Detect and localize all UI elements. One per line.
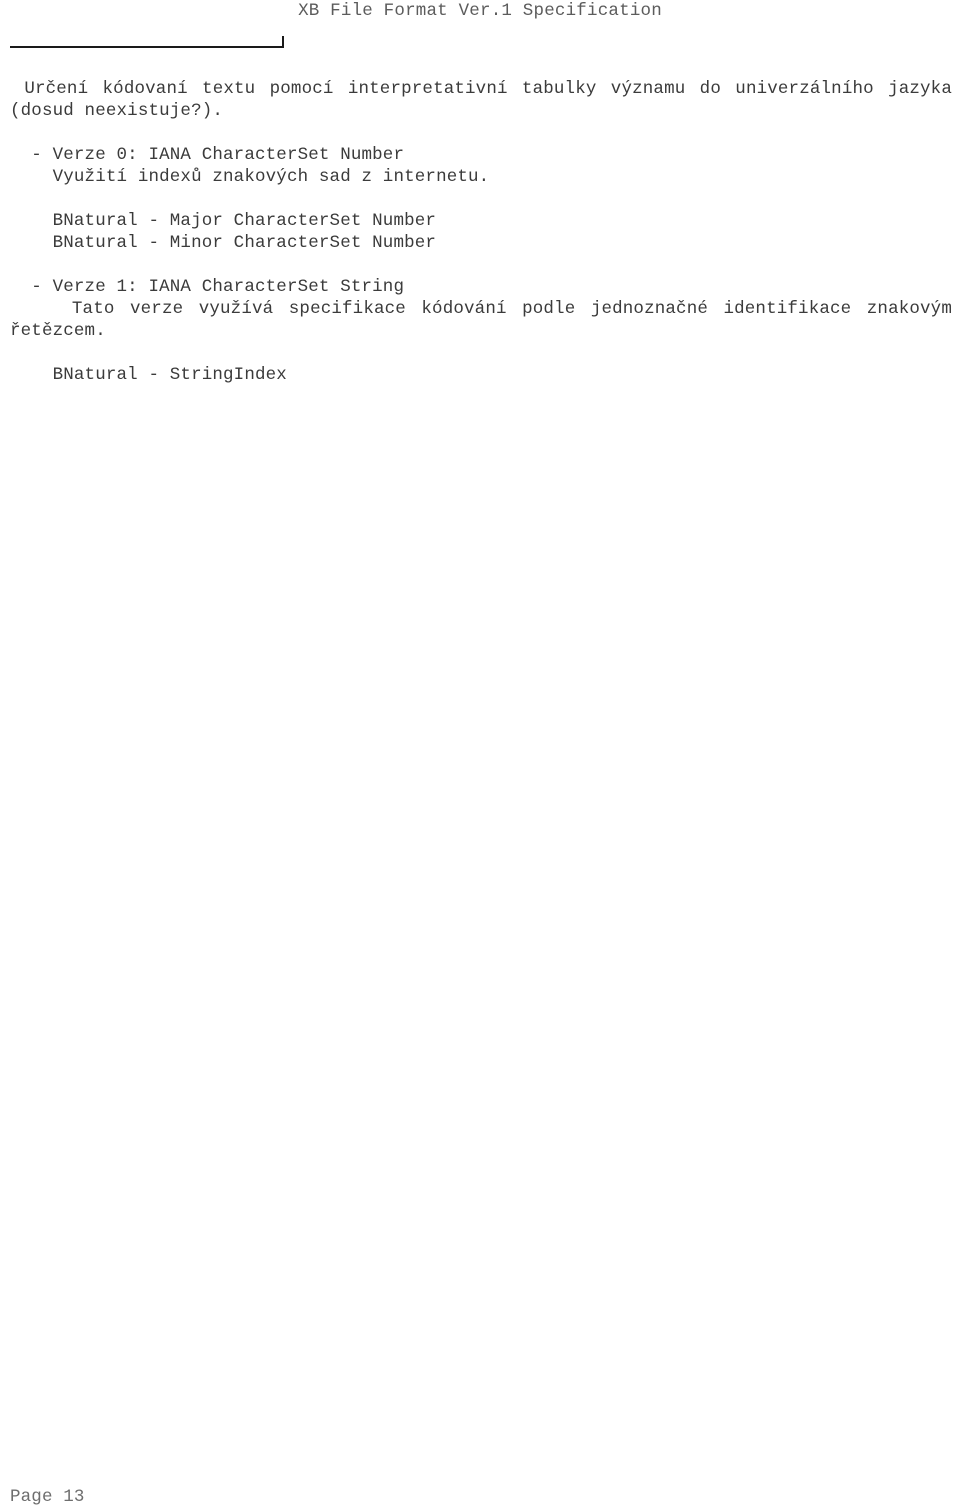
section-1-description-indent bbox=[10, 299, 72, 319]
section-1-description-text: Tato verze využívá specifikace kódování … bbox=[10, 299, 952, 341]
section-0-field-minor: BNatural - Minor CharacterSet Number bbox=[10, 233, 437, 253]
page-number-footer: Page 13 bbox=[10, 1487, 85, 1507]
section-1-bullet: - Verze 1: IANA CharacterSet String bbox=[10, 277, 405, 297]
section-0-description: Využití indexů znakových sad z internetu… bbox=[10, 167, 490, 187]
section-1-description: Tato verze využívá specifikace kódování … bbox=[10, 298, 952, 342]
section-0-field-major: BNatural - Major CharacterSet Number bbox=[10, 211, 437, 231]
document-body: Určení kódovaní textu pomocí interpretat… bbox=[10, 78, 952, 386]
header-rule-line bbox=[10, 46, 284, 48]
section-0-spacer bbox=[10, 188, 952, 210]
header-rule bbox=[10, 36, 284, 48]
intro-paragraph-text: Určení kódovaní textu pomocí interpretat… bbox=[10, 79, 952, 121]
header-rule-end-tick bbox=[282, 36, 284, 48]
section-0-bullet: - Verze 0: IANA CharacterSet Number bbox=[10, 145, 405, 165]
intro-paragraph-indent bbox=[10, 79, 24, 99]
document-page: { "header": { "running_title": "XB File … bbox=[0, 0, 960, 1511]
section-1-top-spacer bbox=[10, 254, 952, 276]
section-1-field-stringindex: BNatural - StringIndex bbox=[10, 365, 287, 385]
running-head-title: XB File Format Ver.1 Specification bbox=[298, 1, 662, 21]
intro-paragraph: Určení kódovaní textu pomocí interpretat… bbox=[10, 78, 952, 122]
section-1-spacer bbox=[10, 342, 952, 364]
